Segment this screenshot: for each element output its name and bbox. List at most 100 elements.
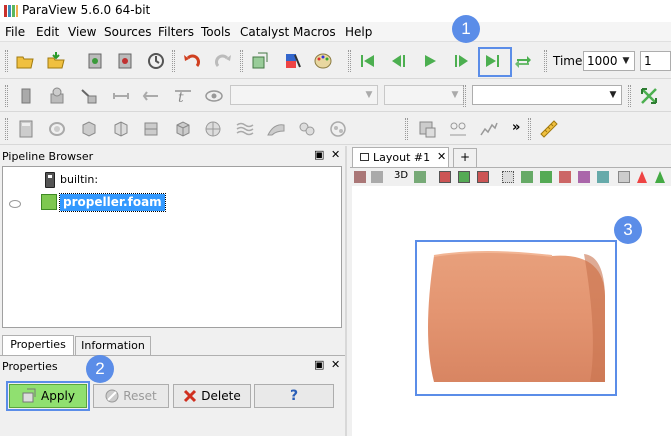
dock-close-icon[interactable]: ✕ (331, 148, 340, 161)
eye-visibility-icon[interactable] (9, 200, 21, 208)
auto-apply-icon[interactable] (145, 50, 167, 72)
toolbar-grip (172, 50, 175, 72)
interactive-select-cells-icon[interactable] (521, 171, 533, 183)
redo-icon[interactable] (212, 50, 234, 72)
menu-catalyst[interactable]: Catalyst (240, 25, 289, 39)
visible-range-icon[interactable] (203, 85, 225, 107)
menu-tools[interactable]: Tools (201, 25, 231, 39)
coloring-select[interactable]: ▼ (230, 85, 378, 105)
time-label: Time: (553, 54, 587, 68)
find-data-icon[interactable] (249, 50, 271, 72)
polygon-select-points-icon[interactable] (578, 171, 590, 183)
hover-points-icon[interactable] (597, 171, 609, 183)
time-step-spinbox[interactable]: 1 (640, 51, 671, 71)
tab-layout-1[interactable]: Layout #1 ✕ (352, 147, 449, 167)
tab-information[interactable]: Information (75, 336, 151, 356)
color-palette-icon[interactable] (312, 50, 334, 72)
delete-button[interactable]: Delete (173, 384, 251, 408)
toggle-3d-button[interactable]: 3D (394, 170, 408, 181)
polygon-select-cells-icon[interactable] (559, 171, 571, 183)
reset-range-icon[interactable] (110, 85, 132, 107)
shrink-selection-icon[interactable] (655, 171, 665, 183)
help-button[interactable]: ? (254, 384, 334, 408)
add-layout-button[interactable]: + (453, 148, 477, 167)
view-capture-icon[interactable] (414, 171, 426, 183)
representation-select[interactable]: ▼ (472, 85, 622, 105)
threshold-icon[interactable] (140, 118, 162, 140)
load-state-icon[interactable] (45, 50, 67, 72)
toolbar-grip (528, 118, 531, 140)
reset-camera-closest-icon[interactable] (638, 85, 660, 107)
pipeline-item-builtin[interactable]: builtin: (60, 173, 98, 186)
stream-tracer-icon[interactable] (234, 118, 256, 140)
first-frame-icon[interactable] (357, 50, 379, 72)
disconnect-icon[interactable] (114, 50, 136, 72)
reset-camera-icon[interactable] (15, 85, 37, 107)
close-tab-icon[interactable]: ✕ (437, 150, 446, 163)
select-cells-icon[interactable] (439, 171, 451, 183)
extract-subset-icon[interactable] (172, 118, 194, 140)
split-horizontal-icon[interactable] (354, 171, 366, 183)
tab-properties[interactable]: Properties (2, 335, 74, 355)
warp-by-vector-icon[interactable] (265, 118, 287, 140)
pick-center-icon[interactable] (78, 85, 100, 107)
svg-text:t: t (178, 90, 184, 106)
extract-level-icon[interactable] (327, 118, 349, 140)
loop-icon[interactable] (512, 50, 534, 72)
callout-badge: 1 (452, 15, 480, 43)
capture-screenshot-icon[interactable] (416, 118, 438, 140)
select-frustum-icon[interactable] (477, 171, 489, 183)
rescale-time-icon[interactable]: t (172, 85, 194, 107)
next-frame-icon[interactable] (450, 50, 472, 72)
menu-view[interactable]: View (68, 25, 96, 39)
select-block-icon[interactable] (502, 171, 514, 183)
component-select[interactable]: ▼ (384, 85, 464, 105)
menu-help[interactable]: Help (345, 25, 372, 39)
interactive-select-points-icon[interactable] (540, 171, 552, 183)
menu-file[interactable]: File (5, 25, 25, 39)
split-vertical-icon[interactable] (371, 171, 383, 183)
main-toolbar: Time: 1000 ▼ 1 (0, 43, 671, 79)
contour-icon[interactable] (46, 118, 68, 140)
previous-frame-icon[interactable] (388, 50, 410, 72)
panel-splitter[interactable] (345, 146, 347, 436)
ruler-icon[interactable] (538, 118, 560, 140)
pipeline-item-propeller[interactable]: propeller.foam (59, 193, 166, 212)
view-toolbar: 3D (350, 167, 671, 186)
menu-filters[interactable]: Filters (158, 25, 194, 39)
reset-button[interactable]: Reset (93, 384, 169, 408)
custom-range-icon[interactable] (140, 85, 162, 107)
more-toolbar-chevron[interactable]: » (512, 120, 520, 135)
dock-close-icon[interactable]: ✕ (331, 358, 340, 371)
window-title: ParaView 5.6.0 64-bit (22, 3, 151, 17)
menu-sources[interactable]: Sources (104, 25, 151, 39)
time-select[interactable]: 1000 ▼ (583, 51, 635, 71)
group-datasets-icon[interactable] (296, 118, 318, 140)
play-icon[interactable] (419, 50, 441, 72)
paraview-logo-icon (4, 5, 18, 17)
menu-macros[interactable]: Macros (293, 25, 336, 39)
open-file-icon[interactable] (14, 50, 36, 72)
server-icon (45, 172, 55, 188)
connect-icon[interactable] (84, 50, 106, 72)
grow-selection-icon[interactable] (637, 171, 647, 183)
chevron-down-icon: ▼ (609, 90, 617, 100)
undo-icon[interactable] (181, 50, 203, 72)
slice-icon[interactable] (110, 118, 132, 140)
layout-tab-label: Layout #1 (373, 151, 431, 164)
edit-color-map-icon[interactable] (281, 50, 303, 72)
clear-selection-icon[interactable] (618, 171, 630, 183)
timer-log-icon[interactable] (447, 118, 469, 140)
select-points-icon[interactable] (458, 171, 470, 183)
show-center-icon[interactable] (46, 85, 68, 107)
python-trace-icon[interactable] (478, 118, 500, 140)
apply-button[interactable]: Apply (9, 384, 87, 408)
layout-view-icon (360, 153, 369, 161)
menu-edit[interactable]: Edit (36, 25, 59, 39)
glyph-icon[interactable] (202, 118, 224, 140)
calculator-icon[interactable] (15, 118, 37, 140)
toolbar-grip (348, 50, 351, 72)
dock-float-icon[interactable]: ▣ (314, 358, 324, 371)
dock-float-icon[interactable]: ▣ (314, 148, 324, 161)
clip-icon[interactable] (78, 118, 100, 140)
